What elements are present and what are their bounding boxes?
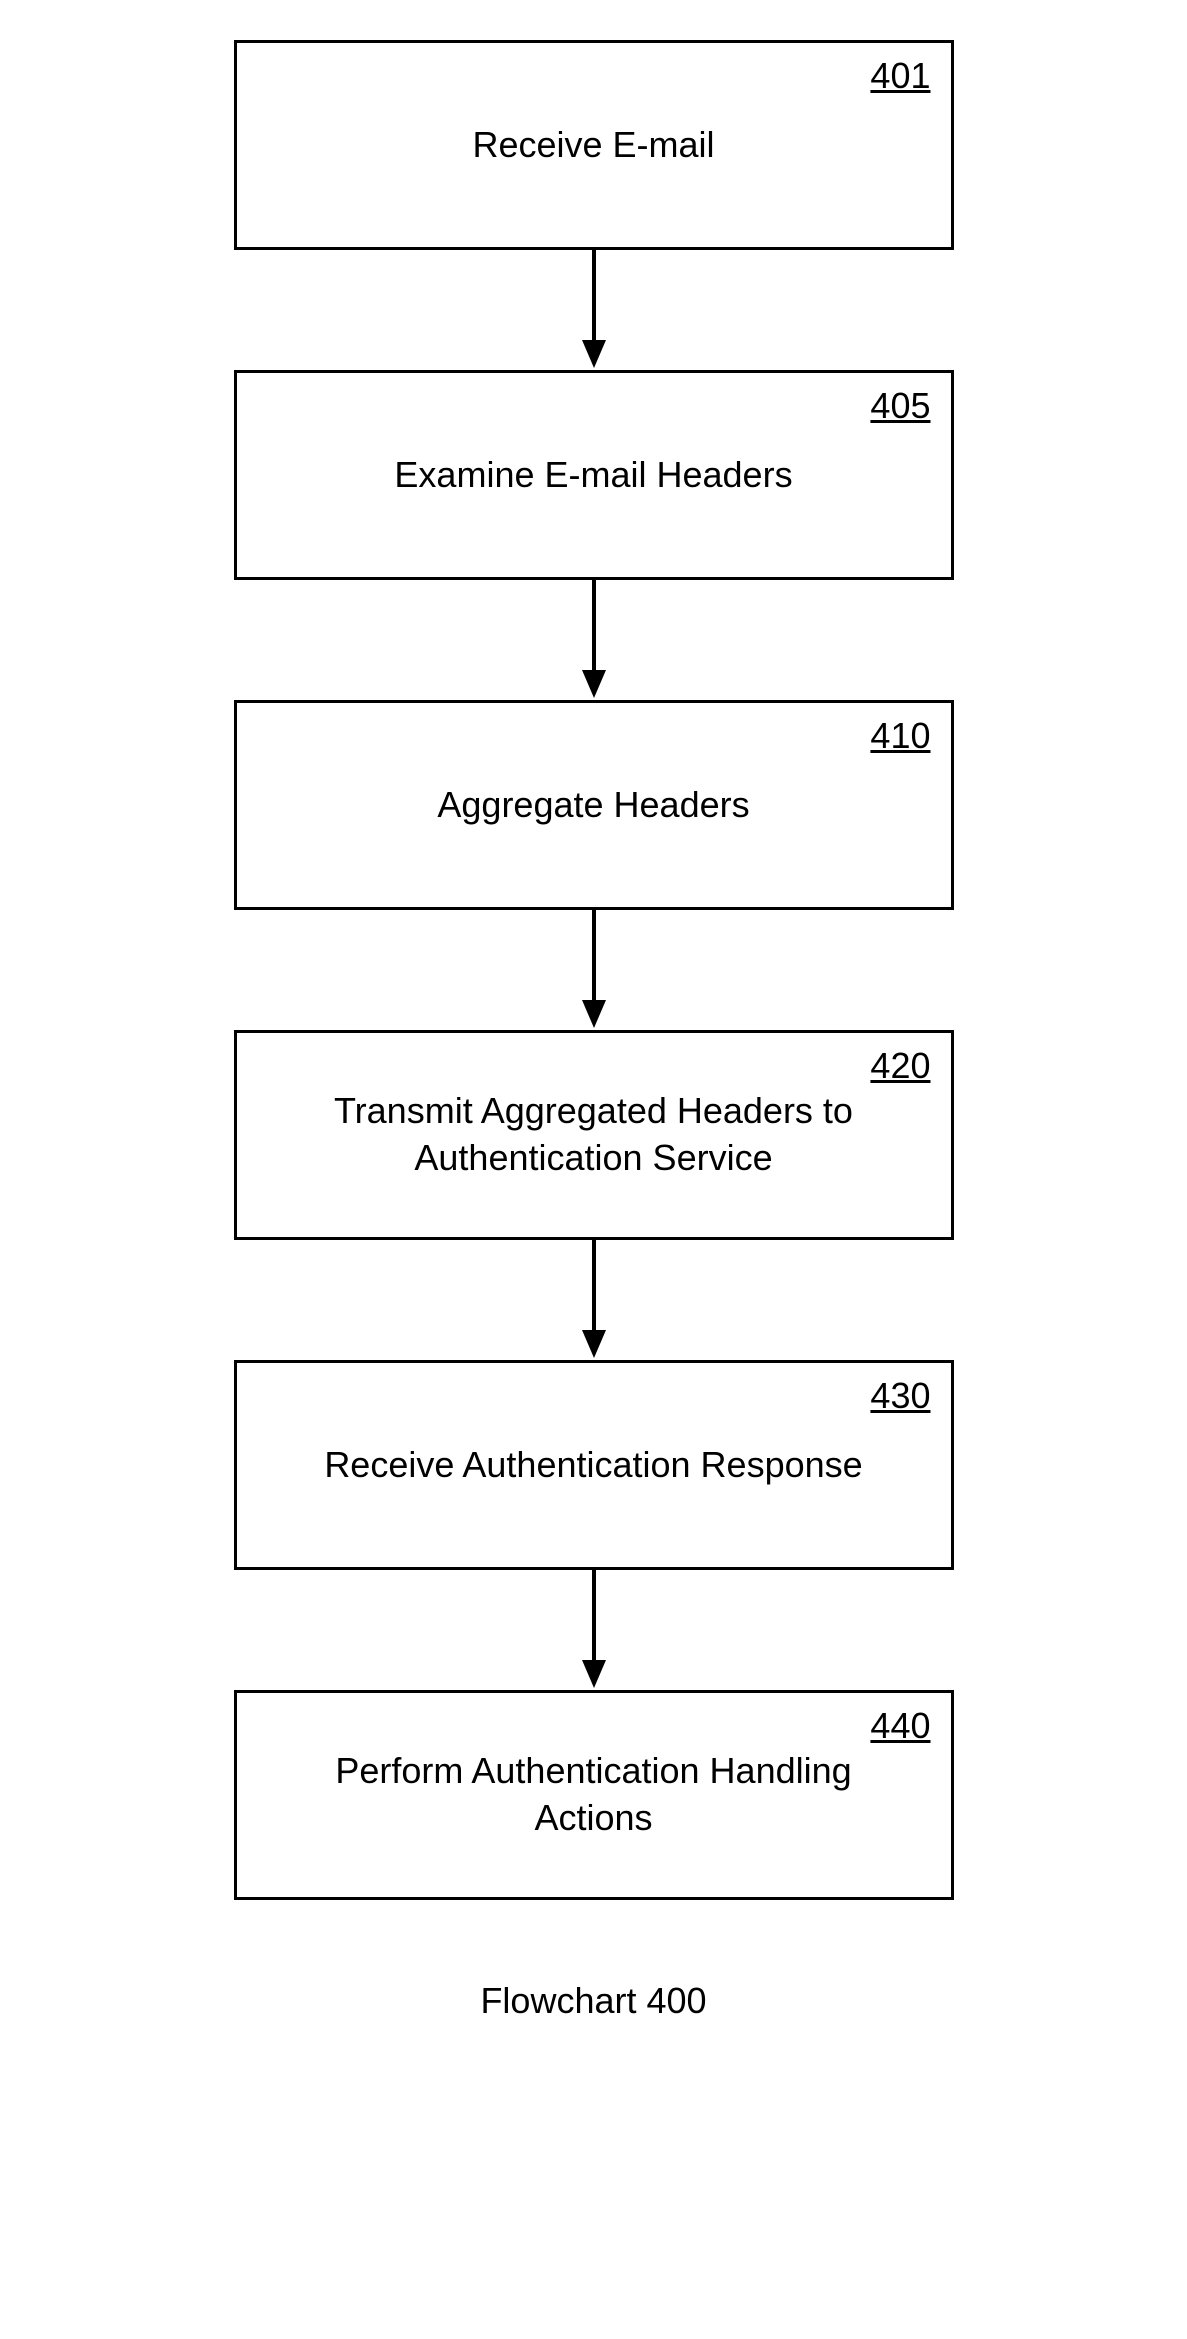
- arrow-down-icon: [574, 1240, 614, 1360]
- flowchart-caption: Flowchart 400: [480, 1980, 706, 2022]
- flow-step-401: 401 Receive E-mail: [234, 40, 954, 250]
- step-label: Transmit Aggregated Headers to Authentic…: [297, 1088, 891, 1182]
- step-number: 430: [870, 1375, 930, 1417]
- flow-step-430: 430 Receive Authentication Response: [234, 1360, 954, 1570]
- flow-step-405: 405 Examine E-mail Headers: [234, 370, 954, 580]
- step-number: 410: [870, 715, 930, 757]
- flow-step-410: 410 Aggregate Headers: [234, 700, 954, 910]
- step-label: Examine E-mail Headers: [394, 452, 792, 499]
- step-label: Perform Authentication Handling Actions: [297, 1748, 891, 1842]
- arrow-down-icon: [574, 1570, 614, 1690]
- arrow-down-icon: [574, 580, 614, 700]
- step-number: 405: [870, 385, 930, 427]
- flow-step-420: 420 Transmit Aggregated Headers to Authe…: [234, 1030, 954, 1240]
- arrow-down-icon: [574, 250, 614, 370]
- step-label: Aggregate Headers: [437, 782, 749, 829]
- step-label: Receive E-mail: [472, 122, 714, 169]
- arrow-down-icon: [574, 910, 614, 1030]
- flowchart-container: 401 Receive E-mail 405 Examine E-mail He…: [144, 40, 1044, 2022]
- step-number: 401: [870, 55, 930, 97]
- step-number: 440: [870, 1705, 930, 1747]
- step-label: Receive Authentication Response: [324, 1442, 862, 1489]
- step-number: 420: [870, 1045, 930, 1087]
- flow-step-440: 440 Perform Authentication Handling Acti…: [234, 1690, 954, 1900]
